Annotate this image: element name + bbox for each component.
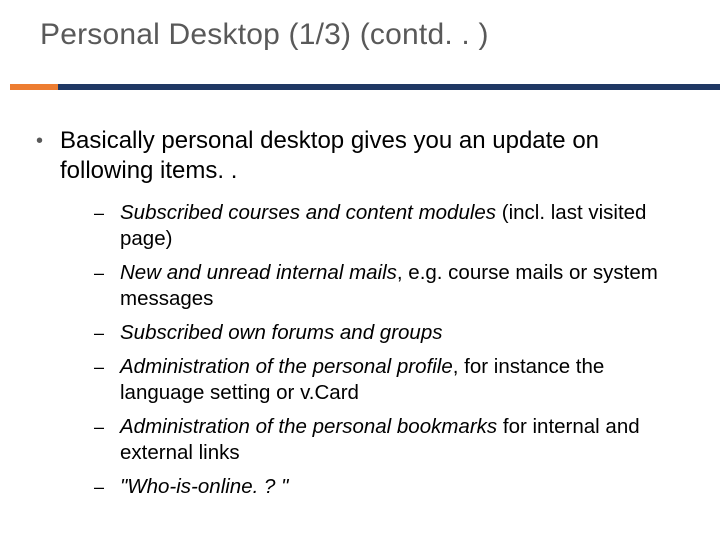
item-em: Subscribed own forums and groups xyxy=(120,321,443,344)
item-em: Subscribed courses and content modules xyxy=(120,201,496,224)
dash-icon: – xyxy=(94,320,120,346)
list-item: – Subscribed own forums and groups xyxy=(94,320,692,346)
sublist: – Subscribed courses and content modules… xyxy=(94,200,692,500)
list-item: – Administration of the personal profile… xyxy=(94,354,692,406)
item-text: "Who-is-online. ? " xyxy=(120,474,288,500)
divider-accent xyxy=(10,84,58,90)
list-item: – New and unread internal mails, e.g. co… xyxy=(94,260,692,312)
dash-icon: – xyxy=(94,474,120,500)
item-em: Administration of the personal bookmarks xyxy=(120,415,497,438)
slide-title: Personal Desktop (1/3) (contd. . ) xyxy=(40,18,720,52)
title-area: Personal Desktop (1/3) (contd. . ) xyxy=(0,0,720,52)
item-em: Administration of the personal profile xyxy=(120,355,453,378)
divider-main xyxy=(58,84,720,90)
item-text: Subscribed own forums and groups xyxy=(120,320,443,346)
item-em: "Who-is-online. ? " xyxy=(120,475,288,498)
lead-text: Basically personal desktop gives you an … xyxy=(60,126,692,186)
list-item: – Subscribed courses and content modules… xyxy=(94,200,692,252)
dash-icon: – xyxy=(94,200,120,252)
item-text: Administration of the personal bookmarks… xyxy=(120,414,692,466)
dash-icon: – xyxy=(94,414,120,466)
item-text: Subscribed courses and content modules (… xyxy=(120,200,692,252)
lead-bullet: • Basically personal desktop gives you a… xyxy=(36,126,692,186)
body-content: • Basically personal desktop gives you a… xyxy=(36,126,692,508)
divider xyxy=(0,84,720,90)
list-item: – "Who-is-online. ? " xyxy=(94,474,692,500)
bullet-icon: • xyxy=(36,126,60,186)
slide: Personal Desktop (1/3) (contd. . ) • Bas… xyxy=(0,0,720,540)
item-text: New and unread internal mails, e.g. cour… xyxy=(120,260,692,312)
dash-icon: – xyxy=(94,354,120,406)
item-em: New and unread internal mails xyxy=(120,261,397,284)
item-text: Administration of the personal profile, … xyxy=(120,354,692,406)
list-item: – Administration of the personal bookmar… xyxy=(94,414,692,466)
dash-icon: – xyxy=(94,260,120,312)
